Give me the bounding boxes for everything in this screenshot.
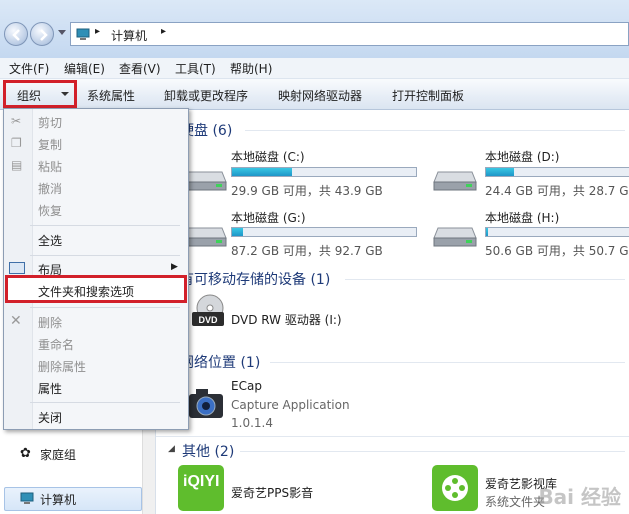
map-network-drive-button[interactable]: 映射网络驱动器 [278,87,362,104]
nav-computer[interactable]: 计算机 [40,491,76,508]
computer-icon [76,28,90,40]
back-button[interactable] [4,22,28,46]
iqiyi-pps-name[interactable]: 爱奇艺PPS影音 [231,484,313,501]
breadcrumb-arrow-icon[interactable]: ▸ [95,26,100,37]
forward-arrow-icon [40,29,48,41]
uninstall-program-button[interactable]: 卸载或更改程序 [164,87,248,104]
collapse-arrow-icon[interactable]: ◢ [168,444,175,454]
section-removable[interactable]: 有可移动存储的设备 (1) [180,269,330,289]
open-control-panel-button[interactable]: 打开控制面板 [392,87,464,104]
drive-d-info: 24.4 GB 可用，共 28.7 GB [485,184,629,198]
drive-g-info: 87.2 GB 可用，共 92.7 GB [231,244,383,258]
drive-d-name[interactable]: 本地磁盘 (D:) [485,148,559,165]
menu-help[interactable]: 帮助(H) [230,60,272,77]
computer-icon [20,492,34,504]
section-divider [245,130,625,131]
hard-drive-icon [433,227,477,247]
iqiyi-library-icon [432,465,478,511]
menu-bar: 文件(F) 编辑(E) 查看(V) 工具(T) 帮助(H) [0,58,629,79]
section-network[interactable]: 网络位置 (1) [180,352,260,372]
menu-item-redo[interactable]: 恢复 [38,202,62,219]
drive-c-usage-bar [231,167,417,177]
dvd-drive-icon: DVD [192,294,224,326]
baidu-watermark: Bai 经验 [538,485,621,509]
menu-item-paste[interactable]: 粘贴 [38,158,62,175]
menu-item-undo[interactable]: 撤消 [38,180,62,197]
drive-c-name[interactable]: 本地磁盘 (C:) [231,148,305,165]
breadcrumb-computer[interactable]: 计算机 [111,27,147,44]
submenu-arrow-icon: ▶ [171,262,178,272]
menu-separator [30,307,180,308]
dvd-drive-name[interactable]: DVD RW 驱动器 (I:) [231,311,342,328]
ecap-desc: Capture Application [231,398,350,412]
organize-highlight [3,80,77,108]
section-other[interactable]: 其他 (2) [182,441,234,461]
section-divider [270,362,625,363]
hard-drive-icon [433,171,477,191]
layout-icon [9,262,25,274]
menu-tools[interactable]: 工具(T) [175,60,216,77]
iqiyi-library-desc: 系统文件夹 [485,495,546,509]
menu-separator [30,225,180,226]
section-divider [345,279,625,280]
section-divider [156,436,629,437]
menu-edit[interactable]: 编辑(E) [64,60,105,77]
delete-icon: ✕ [10,313,22,329]
film-reel-icon [442,475,468,501]
drive-h-name[interactable]: 本地磁盘 (H:) [485,209,559,226]
menu-separator [30,402,180,403]
breadcrumb-chevron-icon[interactable]: ▸ [161,26,166,37]
cut-icon: ✂ [11,114,22,128]
paste-icon: ▤ [11,158,23,172]
address-bar[interactable]: ▸ 计算机 ▸ [70,22,629,46]
iqiyi-pps-icon: iQIYI [178,465,224,511]
nav-homegroup[interactable]: 家庭组 [40,446,76,463]
drive-h-info: 50.6 GB 可用，共 50.7 GB [485,244,629,258]
drive-c-info: 29.9 GB 可用，共 43.9 GB [231,184,383,198]
ecap-version: 1.0.1.4 [231,416,273,430]
menu-item-folder-options[interactable]: 文件夹和搜索选项 [38,283,134,300]
organize-menu [3,108,189,430]
menu-item-remove-properties[interactable]: 删除属性 [38,358,86,375]
command-bar: 组织 系统属性 卸载或更改程序 映射网络驱动器 打开控制面板 [0,79,629,110]
menu-file[interactable]: 文件(F) [9,60,49,77]
drive-g-usage-bar [231,227,417,237]
menu-view[interactable]: 查看(V) [119,60,161,77]
menu-separator [30,255,180,256]
drive-h-usage-bar [485,227,629,237]
title-bar: ▸ 计算机 ▸ [0,0,629,59]
menu-item-delete[interactable]: 删除 [38,314,62,331]
menu-item-select-all[interactable]: 全选 [38,232,62,249]
camera-icon [189,389,223,418]
menu-item-copy[interactable]: 复制 [38,136,62,153]
recent-pages-chevron-icon[interactable] [58,30,66,35]
menu-item-rename[interactable]: 重命名 [38,336,74,353]
system-properties-button[interactable]: 系统属性 [87,87,135,104]
menu-item-close[interactable]: 关闭 [38,409,62,426]
svg-text:DVD: DVD [198,315,218,325]
menu-item-properties[interactable]: 属性 [38,380,62,397]
drive-d-usage-bar [485,167,629,177]
drive-g-name[interactable]: 本地磁盘 (G:) [231,209,306,226]
forward-button[interactable] [30,22,54,46]
ecap-name[interactable]: ECap [231,379,262,393]
copy-icon: ❐ [11,136,22,150]
section-divider [240,451,625,452]
homegroup-icon: ✿ [20,446,31,461]
menu-item-cut[interactable]: 剪切 [38,114,62,131]
back-arrow-icon [12,29,20,41]
